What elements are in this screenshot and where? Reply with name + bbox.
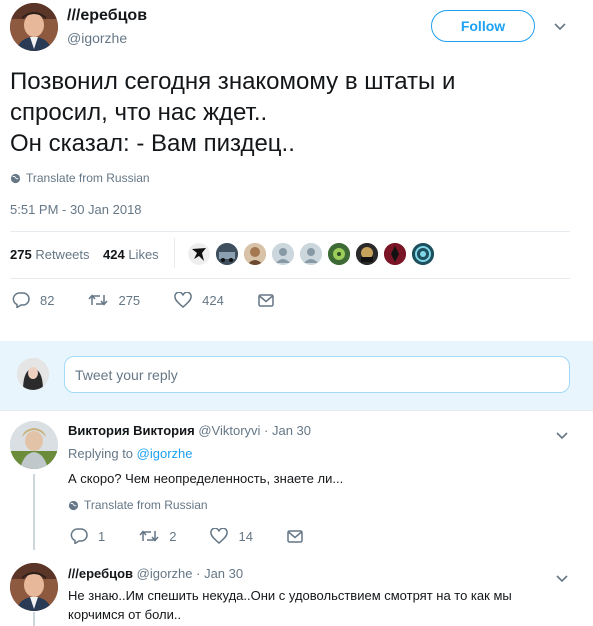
replying-to-link[interactable]: @igorzhe <box>137 446 193 461</box>
divider <box>10 278 570 279</box>
retweet-count: 275 <box>118 292 141 308</box>
tweet-actions: 82 275 424 <box>12 292 318 308</box>
stats-divider <box>174 238 175 268</box>
liker-avatar[interactable] <box>216 243 238 265</box>
retweet-button[interactable]: 2 <box>139 529 176 544</box>
reply-button[interactable]: 82 <box>12 292 54 308</box>
follow-button-label: Follow <box>460 18 506 34</box>
author-name[interactable]: ///еребцов <box>67 7 147 25</box>
tweet-text: Позвонил сегодня знакомому в штаты и спр… <box>10 66 585 159</box>
liker-avatar[interactable] <box>328 243 350 265</box>
envelope-icon <box>258 293 274 307</box>
liker-avatar[interactable] <box>384 243 406 265</box>
retweets-label: Retweets <box>35 247 90 262</box>
reply-header: Виктория Виктория @Viktoryvi · Jan 30 <box>68 423 311 438</box>
reply-author-avatar[interactable] <box>10 421 58 469</box>
like-count: 424 <box>202 292 224 308</box>
reply-text-line: Не знаю..Им спешить некуда..Они с удовол… <box>68 588 512 603</box>
reply-actions: 1 2 14 <box>70 528 347 544</box>
thread-connector <box>33 474 35 550</box>
reply-author-name[interactable]: Виктория Виктория <box>68 423 195 438</box>
translate-label: Translate from Russian <box>84 498 208 512</box>
retweet-count: 2 <box>169 528 177 544</box>
heart-icon <box>210 528 229 544</box>
tweet-text-line: спросил, что нас ждет.. <box>10 99 268 126</box>
globe-icon <box>10 173 21 183</box>
like-button[interactable]: 424 <box>174 292 224 308</box>
message-button[interactable] <box>287 529 313 543</box>
retweet-icon <box>139 530 159 542</box>
retweet-icon <box>88 294 109 306</box>
liker-avatar[interactable] <box>356 243 378 265</box>
liker-avatar[interactable] <box>300 243 322 265</box>
tweet-text-line: Позвонил сегодня знакомому в штаты и <box>10 68 456 95</box>
envelope-icon <box>287 529 303 543</box>
tweet-timestamp[interactable]: 5:51 PM - 30 Jan 2018 <box>10 202 142 217</box>
likes-label: Likes <box>128 247 159 262</box>
globe-icon <box>68 500 79 510</box>
message-button[interactable] <box>258 293 284 307</box>
follow-button[interactable]: Follow <box>431 10 535 42</box>
reply-header: ///еребцов @igorzhe · Jan 30 <box>68 566 243 581</box>
thread-connector <box>33 612 35 626</box>
retweets-stat[interactable]: 275 Retweets <box>10 247 90 262</box>
reply-author-name[interactable]: ///еребцов <box>68 566 133 581</box>
reply-input-box[interactable] <box>64 356 570 393</box>
liker-avatar[interactable] <box>188 243 210 265</box>
current-user-avatar[interactable] <box>17 358 49 390</box>
divider <box>10 231 570 232</box>
heart-icon <box>174 292 192 308</box>
reply-count: 82 <box>40 292 55 308</box>
like-count: 14 <box>238 528 253 544</box>
tweet-text-line: Он сказал: - Вам пиздец.. <box>10 130 295 157</box>
liker-avatar[interactable] <box>412 243 434 265</box>
likes-stat[interactable]: 424 Likes <box>103 247 159 262</box>
divider <box>0 410 593 411</box>
reply-author-avatar[interactable] <box>10 563 58 611</box>
chevron-down-icon[interactable] <box>554 18 566 34</box>
replying-prefix: Replying to <box>68 446 134 461</box>
translate-link[interactable]: Translate from Russian <box>10 171 150 185</box>
author-avatar[interactable] <box>10 3 58 51</box>
reply-icon <box>70 528 88 544</box>
reply-author-handle[interactable]: @igorzhe <box>137 566 193 581</box>
reply-date[interactable]: · Jan 30 <box>196 566 243 581</box>
chevron-down-icon[interactable] <box>556 570 568 586</box>
chevron-down-icon[interactable] <box>556 427 568 443</box>
translate-label: Translate from Russian <box>26 171 150 185</box>
retweets-count: 275 <box>10 247 32 262</box>
reply-button[interactable]: 1 <box>70 528 105 544</box>
reply-input[interactable] <box>75 366 555 383</box>
translate-link[interactable]: Translate from Russian <box>68 498 208 512</box>
replying-to: Replying to @igorzhe <box>68 446 193 461</box>
reply-count: 1 <box>98 528 106 544</box>
liker-avatar[interactable] <box>244 243 266 265</box>
author-handle[interactable]: @igorzhe <box>67 30 127 46</box>
reply-text: Не знаю..Им спешить некуда..Они с удовол… <box>68 586 583 624</box>
liker-avatar[interactable] <box>272 243 294 265</box>
reply-text: А скоро? Чем неопределенность, знаете ли… <box>68 471 344 486</box>
like-button[interactable]: 14 <box>210 528 253 544</box>
reply-author-handle[interactable]: @Viktoryvi <box>198 423 260 438</box>
reply-icon <box>12 292 30 308</box>
reply-date[interactable]: · Jan 30 <box>264 423 311 438</box>
likes-count: 424 <box>103 247 125 262</box>
retweet-button[interactable]: 275 <box>88 293 140 308</box>
reply-text-line: корчимся от боли.. <box>68 607 182 622</box>
